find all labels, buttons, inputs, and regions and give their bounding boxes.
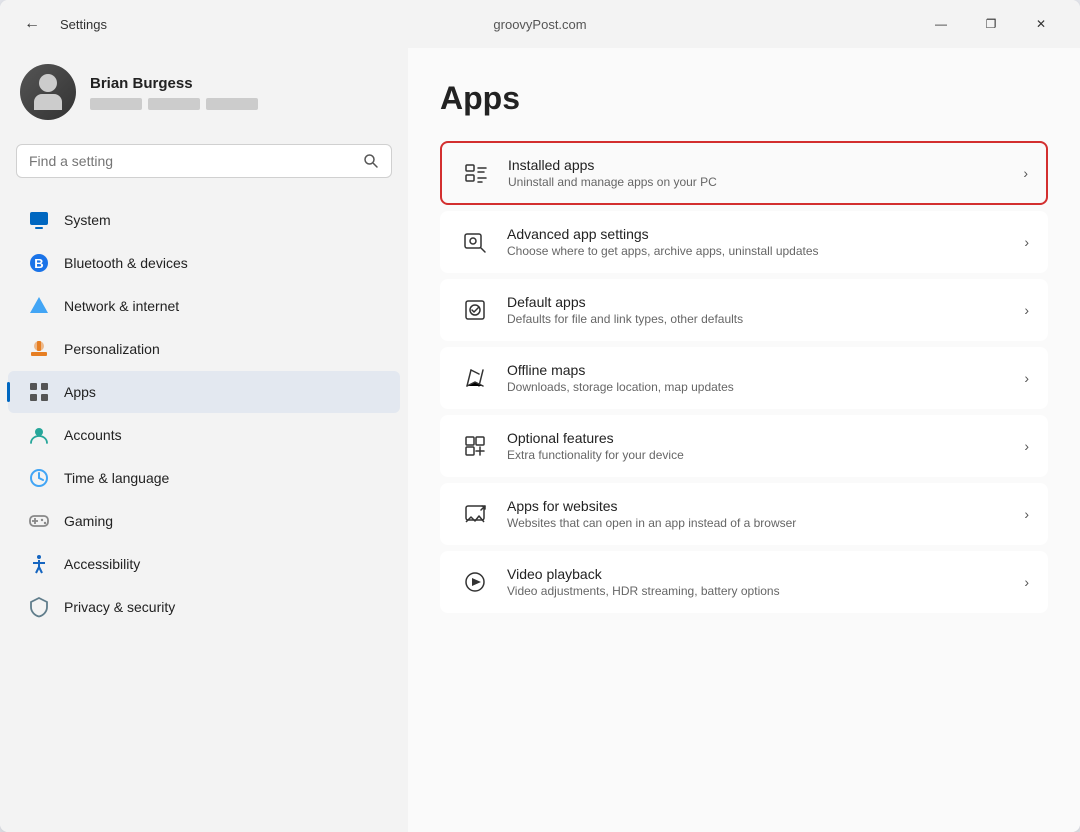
offline-maps-icon — [459, 362, 491, 394]
advanced-desc: Choose where to get apps, archive apps, … — [507, 244, 1008, 258]
default-desc: Defaults for file and link types, other … — [507, 312, 1008, 326]
sidebar-item-label-bluetooth: Bluetooth & devices — [64, 255, 188, 271]
installed-apps-title: Installed apps — [508, 157, 1007, 173]
sidebar-item-label-accessibility: Accessibility — [64, 556, 140, 572]
default-apps-icon — [459, 294, 491, 326]
apps-websites-icon — [459, 498, 491, 530]
sidebar-item-label-gaming: Gaming — [64, 513, 113, 529]
optional-desc: Extra functionality for your device — [507, 448, 1008, 462]
avatar — [20, 64, 76, 120]
sidebar-item-accessibility[interactable]: Accessibility — [8, 543, 400, 585]
sidebar-item-personalization[interactable]: Personalization — [8, 328, 400, 370]
apps-icon — [28, 381, 50, 403]
video-desc: Video adjustments, HDR streaming, batter… — [507, 584, 1008, 598]
settings-item-websites[interactable]: Apps for websites Websites that can open… — [440, 483, 1048, 545]
websites-desc: Websites that can open in an app instead… — [507, 516, 1008, 530]
sidebar-item-network[interactable]: Network & internet — [8, 285, 400, 327]
system-icon — [28, 209, 50, 231]
search-input[interactable] — [29, 153, 355, 169]
default-text: Default apps Defaults for file and link … — [507, 294, 1008, 326]
sidebar-item-bluetooth[interactable]: B Bluetooth & devices — [8, 242, 400, 284]
sidebar-item-label-network: Network & internet — [64, 298, 179, 314]
user-section: Brian Burgess — [0, 48, 408, 136]
time-icon — [28, 467, 50, 489]
chevron-icon: › — [1024, 302, 1029, 318]
settings-item-video[interactable]: Video playback Video adjustments, HDR st… — [440, 551, 1048, 613]
settings-item-advanced[interactable]: Advanced app settings Choose where to ge… — [440, 211, 1048, 273]
network-icon — [28, 295, 50, 317]
chevron-icon: › — [1023, 165, 1028, 181]
installed-apps-text: Installed apps Uninstall and manage apps… — [508, 157, 1007, 189]
title-bar-left: ← Settings — [16, 8, 107, 40]
chevron-icon: › — [1024, 438, 1029, 454]
sidebar-item-label-accounts: Accounts — [64, 427, 122, 443]
advanced-title: Advanced app settings — [507, 226, 1008, 242]
sidebar-item-accounts[interactable]: Accounts — [8, 414, 400, 456]
user-info: Brian Burgess — [90, 75, 258, 110]
optional-features-icon — [459, 430, 491, 462]
sidebar: Brian Burgess — [0, 48, 408, 832]
settings-item-installed[interactable]: Installed apps Uninstall and manage apps… — [440, 141, 1048, 205]
sidebar-item-label-time: Time & language — [64, 470, 169, 486]
back-button[interactable]: ← — [16, 8, 48, 40]
search-container — [0, 136, 408, 194]
sidebar-item-label-privacy: Privacy & security — [64, 599, 175, 615]
personalization-icon — [28, 338, 50, 360]
watermark: groovyPost.com — [493, 17, 586, 32]
sidebar-item-gaming[interactable]: Gaming — [8, 500, 400, 542]
window: ← Settings groovyPost.com — ❐ ✕ — [0, 0, 1080, 832]
offline-maps-desc: Downloads, storage location, map updates — [507, 380, 1008, 394]
sidebar-item-system[interactable]: System — [8, 199, 400, 241]
user-name: Brian Burgess — [90, 75, 258, 92]
chevron-icon: › — [1024, 574, 1029, 590]
installed-apps-icon — [460, 157, 492, 189]
search-icon — [363, 153, 379, 169]
main-content: Brian Burgess — [0, 48, 1080, 832]
sidebar-item-label-personalization: Personalization — [64, 341, 160, 357]
minimize-button[interactable]: — — [918, 8, 964, 40]
accounts-icon — [28, 424, 50, 446]
sidebar-item-label-apps: Apps — [64, 384, 96, 400]
privacy-icon — [28, 596, 50, 618]
user-email-blocks — [90, 98, 258, 110]
default-title: Default apps — [507, 294, 1008, 310]
sidebar-item-time[interactable]: Time & language — [8, 457, 400, 499]
title-bar: ← Settings groovyPost.com — ❐ ✕ — [0, 0, 1080, 48]
close-button[interactable]: ✕ — [1018, 8, 1064, 40]
video-title: Video playback — [507, 566, 1008, 582]
settings-item-optional[interactable]: Optional features Extra functionality fo… — [440, 415, 1048, 477]
svg-text:B: B — [34, 256, 43, 271]
page-title: Apps — [440, 80, 1048, 117]
window-controls: — ❐ ✕ — [918, 8, 1064, 40]
gaming-icon — [28, 510, 50, 532]
title-bar-title: Settings — [60, 17, 107, 32]
chevron-icon: › — [1024, 370, 1029, 386]
sidebar-item-apps[interactable]: Apps — [8, 371, 400, 413]
chevron-icon: › — [1024, 234, 1029, 250]
sidebar-item-privacy[interactable]: Privacy & security — [8, 586, 400, 628]
settings-item-default[interactable]: Default apps Defaults for file and link … — [440, 279, 1048, 341]
maximize-button[interactable]: ❐ — [968, 8, 1014, 40]
installed-apps-desc: Uninstall and manage apps on your PC — [508, 175, 1007, 189]
video-playback-icon — [459, 566, 491, 598]
offline-maps-title: Offline maps — [507, 362, 1008, 378]
bluetooth-icon: B — [28, 252, 50, 274]
chevron-icon: › — [1024, 506, 1029, 522]
right-panel: Apps Installed apps Uninstall and manage… — [408, 48, 1080, 832]
nav-list: System B Bluetooth & devices Network & i… — [0, 194, 408, 832]
offline-maps-text: Offline maps Downloads, storage location… — [507, 362, 1008, 394]
search-box — [16, 144, 392, 178]
websites-text: Apps for websites Websites that can open… — [507, 498, 1008, 530]
settings-list: Installed apps Uninstall and manage apps… — [440, 141, 1048, 613]
advanced-settings-icon — [459, 226, 491, 258]
settings-item-offline-maps[interactable]: Offline maps Downloads, storage location… — [440, 347, 1048, 409]
video-text: Video playback Video adjustments, HDR st… — [507, 566, 1008, 598]
advanced-text: Advanced app settings Choose where to ge… — [507, 226, 1008, 258]
accessibility-icon — [28, 553, 50, 575]
optional-text: Optional features Extra functionality fo… — [507, 430, 1008, 462]
sidebar-item-label-system: System — [64, 212, 111, 228]
websites-title: Apps for websites — [507, 498, 1008, 514]
optional-title: Optional features — [507, 430, 1008, 446]
